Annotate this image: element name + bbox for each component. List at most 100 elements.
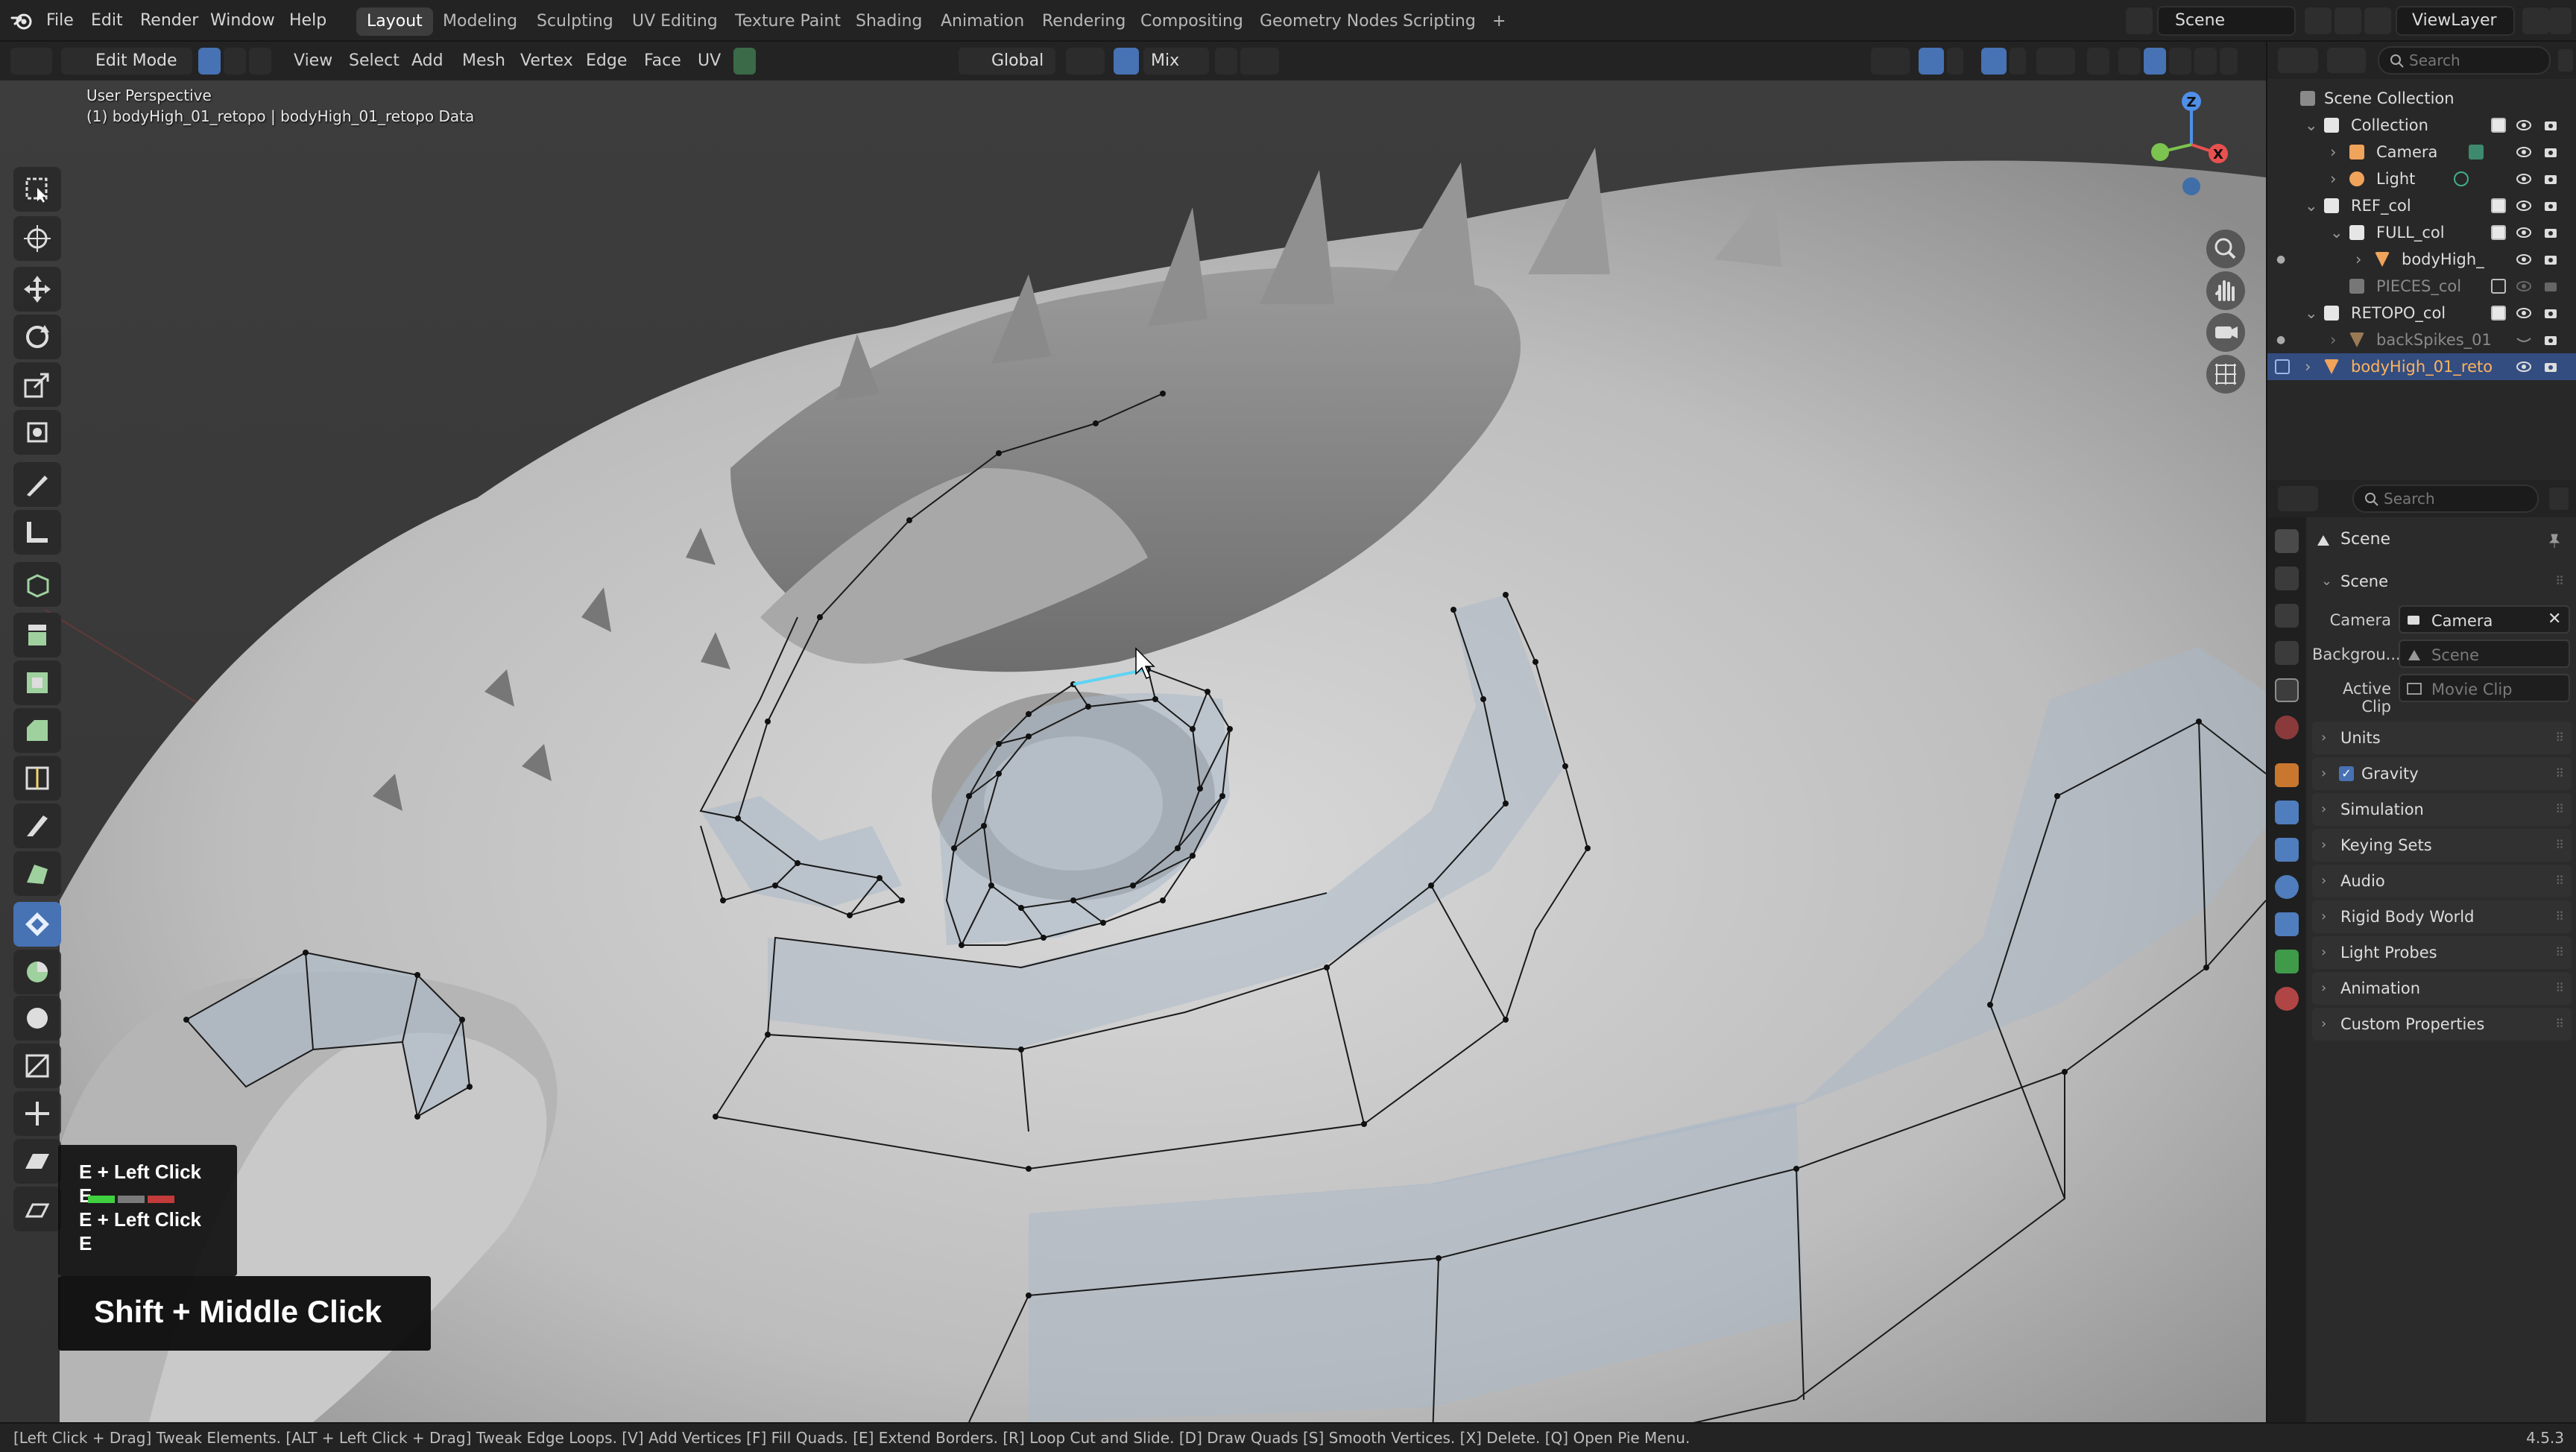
workspace-tab-layout[interactable]: Layout <box>356 7 433 36</box>
overlay-menu-icon[interactable] <box>2010 48 2026 75</box>
annotate-tool[interactable] <box>13 462 61 507</box>
shrink-fatten-tool[interactable] <box>13 1091 61 1136</box>
menu-render[interactable]: Render <box>140 0 198 42</box>
camera-render-icon[interactable] <box>2543 359 2558 374</box>
exclude-checkbox[interactable] <box>2491 306 2506 321</box>
outliner-row-full-col[interactable]: ⌄ FULL_col <box>2267 219 2576 246</box>
camera-field[interactable]: Camera <box>2399 605 2570 634</box>
camera-render-icon[interactable] <box>2543 198 2558 213</box>
chevron-right-icon[interactable]: › <box>2330 165 2336 192</box>
workspace-tab-sculpting[interactable]: Sculpting <box>526 7 624 36</box>
gizmo-y-ball[interactable] <box>2151 143 2169 161</box>
chevron-down-icon[interactable]: ⌄ <box>2330 219 2343 246</box>
zoom-view-button[interactable] <box>2206 230 2245 268</box>
panel-keying-sets[interactable]: › Keying Sets ⠿ <box>2312 829 2572 862</box>
eye-closed-icon[interactable] <box>2516 332 2531 347</box>
particles-tab-icon[interactable] <box>2275 838 2299 862</box>
eye-icon[interactable] <box>2516 198 2531 213</box>
outliner-row-light[interactable]: › Light <box>2267 165 2576 192</box>
outliner-row-retopo-col[interactable]: ⌄ RETOPO_col <box>2267 300 2576 326</box>
panel-light-probes[interactable]: › Light Probes ⠿ <box>2312 936 2572 969</box>
modifier-tab-icon[interactable] <box>2275 801 2299 824</box>
spin-tool[interactable] <box>13 950 61 994</box>
perspective-toggle-button[interactable] <box>2206 355 2245 394</box>
camera-render-icon[interactable] <box>2543 306 2558 321</box>
physics-tab-icon[interactable] <box>2275 875 2299 899</box>
gizmo-neg-z-ball[interactable] <box>2182 177 2200 195</box>
workspace-tab-animation[interactable]: Animation <box>930 7 1035 36</box>
menu-vertex[interactable]: Vertex <box>520 42 573 81</box>
view-layer-tab-icon[interactable] <box>2275 641 2299 665</box>
chevron-right-icon[interactable]: › <box>2305 353 2311 380</box>
material-tab-icon[interactable] <box>2275 987 2299 1011</box>
eye-icon[interactable] <box>2516 145 2531 160</box>
navigation-gizmo[interactable]: Z X <box>2132 85 2236 212</box>
drag-grip-icon[interactable]: ⠿ <box>2555 865 2564 897</box>
loop-cut-tool[interactable] <box>13 756 61 801</box>
scene-tab-icon[interactable] <box>2275 678 2299 702</box>
light-data-icon[interactable] <box>2454 171 2469 186</box>
move-tool[interactable] <box>13 267 61 312</box>
camera-render-icon[interactable] <box>2543 279 2558 294</box>
bevel-tool[interactable] <box>13 708 61 753</box>
gravity-checkbox[interactable]: ✓ <box>2339 766 2354 781</box>
outliner-row-camera[interactable]: › Camera <box>2267 139 2576 165</box>
eye-icon[interactable] <box>2516 359 2531 374</box>
edge-select-button[interactable] <box>224 48 246 75</box>
workspace-tab-texture-paint[interactable]: Texture Paint <box>724 7 851 36</box>
rip-region-tool[interactable] <box>13 1187 61 1231</box>
drag-grip-icon[interactable]: ⠿ <box>2555 829 2564 862</box>
menu-window[interactable]: Window <box>210 0 275 42</box>
camera-view-button[interactable] <box>2206 313 2245 352</box>
eye-icon[interactable] <box>2516 171 2531 186</box>
chevron-right-icon[interactable]: › <box>2330 139 2336 165</box>
edge-slide-tool[interactable] <box>13 1044 61 1088</box>
view-layer-selector-icon[interactable] <box>2364 7 2391 34</box>
camera-render-icon[interactable] <box>2543 225 2558 240</box>
shear-tool[interactable] <box>13 1139 61 1184</box>
panel-audio[interactable]: › Audio ⠿ <box>2312 865 2572 897</box>
pan-view-button[interactable] <box>2206 271 2245 310</box>
menu-help[interactable]: Help <box>289 0 326 42</box>
face-select-button[interactable] <box>249 48 271 75</box>
measure-tool[interactable] <box>13 510 61 555</box>
tool-tab-icon[interactable] <box>2275 529 2299 553</box>
camera-render-icon[interactable] <box>2543 145 2558 160</box>
menu-uv[interactable]: UV <box>698 42 721 81</box>
shading-material-icon[interactable] <box>2169 48 2191 75</box>
delete-scene-icon[interactable] <box>2334 7 2361 34</box>
exclude-checkbox[interactable] <box>2491 279 2506 294</box>
panel-animation[interactable]: › Animation ⠿ <box>2312 972 2572 1005</box>
mesh-tools-icon[interactable] <box>733 48 756 75</box>
camera-render-icon[interactable] <box>2543 118 2558 133</box>
proportional-edit-icon[interactable] <box>1215 48 1237 75</box>
workspace-tab-modeling[interactable]: Modeling <box>432 7 528 36</box>
drag-grip-icon[interactable]: ⠿ <box>2555 1008 2564 1041</box>
inset-tool[interactable] <box>13 660 61 705</box>
chevron-down-icon[interactable]: ⌄ <box>2305 192 2318 219</box>
select-box-tool[interactable] <box>13 167 61 212</box>
menu-face[interactable]: Face <box>644 42 681 81</box>
object-tab-icon[interactable] <box>2275 763 2299 787</box>
camera-render-icon[interactable] <box>2543 171 2558 186</box>
properties-search-input[interactable]: Search <box>2352 484 2539 513</box>
menu-select[interactable]: Select <box>349 42 400 81</box>
eye-icon[interactable] <box>2516 118 2531 133</box>
panel-gravity[interactable]: › ✓ Gravity ⠿ <box>2312 757 2572 790</box>
workspace-tab-uv-editing[interactable]: UV Editing <box>622 7 728 36</box>
eye-icon[interactable] <box>2516 306 2531 321</box>
snap-target-selector[interactable]: Mix <box>1143 48 1209 75</box>
edit-mode-icon[interactable] <box>2275 359 2290 374</box>
delete-view-layer-icon[interactable] <box>2549 7 2572 34</box>
scene-selector-icon[interactable] <box>2126 7 2153 34</box>
blender-logo-icon[interactable] <box>10 9 34 33</box>
scene-name-field[interactable]: Scene <box>2157 6 2296 36</box>
drag-grip-icon[interactable]: ⠿ <box>2555 900 2564 933</box>
gizmo-menu-icon[interactable] <box>1947 48 1963 75</box>
shading-solid-icon[interactable] <box>2144 48 2166 75</box>
shading-rendered-icon[interactable] <box>2194 48 2217 75</box>
background-scene-field[interactable]: Scene <box>2399 640 2570 668</box>
panel-units[interactable]: › Units ⠿ <box>2312 722 2572 754</box>
data-tab-icon[interactable] <box>2275 950 2299 973</box>
knife-tool[interactable] <box>13 804 61 848</box>
